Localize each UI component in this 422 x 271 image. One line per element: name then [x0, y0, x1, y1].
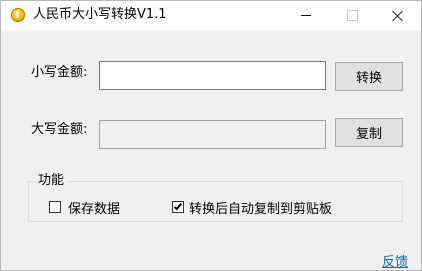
close-button[interactable]: [375, 1, 421, 31]
save-data-label[interactable]: 保存数据: [68, 198, 120, 217]
save-data-checkbox[interactable]: [49, 201, 61, 213]
options-group-title: 功能: [35, 173, 68, 189]
uppercase-amount-label: 大写金额:: [31, 122, 88, 137]
lowercase-amount-input[interactable]: [99, 61, 326, 90]
close-icon: [392, 10, 404, 22]
maximize-icon: [347, 10, 358, 21]
auto-copy-label[interactable]: 转换后自动复制到剪贴板: [189, 198, 332, 217]
app-window: 人民币大小写转换V1.1 小写金额: 转换 大写金额: 复制 功能 保存数据 转…: [0, 0, 422, 271]
copy-button[interactable]: 复制: [335, 118, 403, 147]
minimize-icon: [301, 15, 311, 16]
coin-icon: [11, 8, 25, 22]
maximize-button: [329, 1, 375, 31]
convert-button[interactable]: 转换: [335, 62, 403, 91]
title-bar[interactable]: 人民币大小写转换V1.1: [1, 1, 421, 31]
window-title: 人民币大小写转换V1.1: [33, 7, 167, 22]
auto-copy-checkbox[interactable]: [172, 201, 184, 213]
uppercase-amount-output[interactable]: [99, 120, 326, 149]
lowercase-amount-label: 小写金额:: [31, 65, 88, 80]
feedback-link[interactable]: 反馈: [382, 251, 408, 270]
checkmark-icon: [173, 201, 183, 211]
minimize-button[interactable]: [283, 1, 329, 31]
